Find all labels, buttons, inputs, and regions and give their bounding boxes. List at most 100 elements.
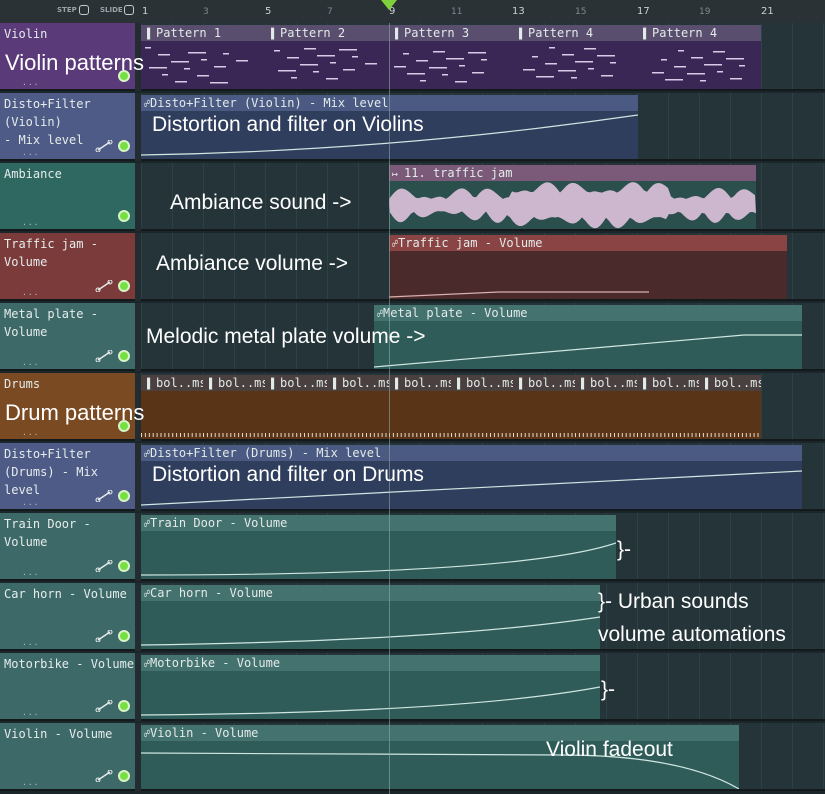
track-mute-led[interactable]: [118, 210, 130, 222]
audio-icon: ↦: [392, 169, 405, 180]
clip-label: bol..ms: [466, 376, 513, 390]
clip-drum-pattern-9[interactable]: ▐ bol..ms: [637, 375, 699, 439]
clip-drum-pattern-4[interactable]: ▐ bol..ms: [327, 375, 389, 439]
clip-body: [699, 391, 761, 439]
track-header-disto-violin[interactable]: Disto+Filter (Violin) - Mix level...: [0, 93, 135, 161]
clip-header: ▐ Pattern 2: [265, 25, 389, 41]
clip-motorbike-volume[interactable]: ☍Motorbike - Volume: [141, 655, 600, 719]
track-options-dots[interactable]: ...: [22, 288, 39, 297]
annotation-fadeout: Violin fadeout: [546, 738, 673, 761]
clip-ambiance-audio[interactable]: ↦ 11. traffic jam: [389, 165, 756, 229]
clip-drum-pattern-1[interactable]: ▐ bol..ms: [141, 375, 203, 439]
ruler-bar-11: 11: [451, 7, 463, 17]
track-name: Traffic jam - Volume: [4, 237, 106, 269]
clip-violin-pattern-5[interactable]: ▐ Pattern 4: [637, 25, 761, 89]
clip-label: Car horn - Volume: [150, 586, 273, 600]
clip-body: [513, 41, 637, 89]
clip-label: bol..ms: [528, 376, 575, 390]
clip-violin-pattern-3[interactable]: ▐ Pattern 3: [389, 25, 513, 89]
clip-drum-pattern-3[interactable]: ▐ bol..ms: [265, 375, 327, 439]
slide-checkbox[interactable]: [124, 5, 134, 15]
clip-header: ▐ Pattern 1: [141, 25, 265, 41]
track-header-traffic-jam-volume[interactable]: Traffic jam - Volume...: [0, 233, 135, 301]
annotation-drums: Drum patterns: [5, 400, 145, 425]
clip-label: Traffic jam - Volume: [398, 236, 543, 250]
annotation-violin-patterns: Violin patterns: [5, 50, 145, 75]
track-options-dots[interactable]: ...: [22, 498, 39, 507]
track-options-dots[interactable]: ...: [22, 218, 39, 227]
automation-curve: [389, 291, 649, 298]
track-mute-led[interactable]: [118, 280, 130, 292]
clip-drum-pattern-7[interactable]: ▐ bol..ms: [513, 375, 575, 439]
playhead-line: [389, 23, 390, 794]
clip-header: ▐ bol..ms: [327, 375, 389, 391]
clip-violin-pattern-2[interactable]: ▐ Pattern 2: [265, 25, 389, 89]
lane-train-door-volume[interactable]: ☍Train Door - Volume: [141, 513, 825, 581]
lane-motorbike-volume[interactable]: ☍Motorbike - Volume: [141, 653, 825, 721]
track-header-motorbike-volume[interactable]: Motorbike - Volume...: [0, 653, 135, 721]
pattern-icon: ▐: [578, 379, 591, 390]
clip-violin-pattern-1[interactable]: ▐ Pattern 1: [141, 25, 265, 89]
clip-label: Pattern 4: [652, 26, 718, 40]
track-header-train-door-volume[interactable]: Train Door - Volume...: [0, 513, 135, 581]
track-header-disto-drums[interactable]: Disto+Filter (Drums) - Mix level...: [0, 443, 135, 511]
step-checkbox[interactable]: [79, 5, 89, 15]
clip-header: ☍Traffic jam - Volume: [389, 235, 787, 251]
clip-body: [141, 671, 600, 719]
annotation-urban-1: }- Urban sounds: [598, 590, 749, 613]
pattern-notes: [513, 433, 573, 437]
ruler-bar-5: 5: [265, 6, 272, 17]
track-mute-led[interactable]: [118, 700, 130, 712]
clip-body: [141, 41, 265, 89]
clip-drum-pattern-6[interactable]: ▐ bol..ms: [451, 375, 513, 439]
track-options-dots[interactable]: ...: [22, 638, 39, 647]
lane-violin-volume[interactable]: ☍Violin - Volume: [141, 723, 825, 791]
track-mute-led[interactable]: [118, 350, 130, 362]
clip-body: [451, 391, 513, 439]
track-header-ambiance[interactable]: Ambiance...: [0, 163, 135, 231]
track-options-dots[interactable]: ...: [22, 148, 39, 157]
clip-violin-pattern-4[interactable]: ▐ Pattern 4: [513, 25, 637, 89]
track-options-dots[interactable]: ...: [22, 358, 39, 367]
track-name: Motorbike - Volume: [4, 657, 135, 671]
track-mute-led[interactable]: [118, 490, 130, 502]
clip-drum-pattern-2[interactable]: ▐ bol..ms: [203, 375, 265, 439]
clip-drum-pattern-8[interactable]: ▐ bol..ms: [575, 375, 637, 439]
pattern-icon: ▐: [516, 379, 529, 390]
track-mute-led[interactable]: [118, 630, 130, 642]
track-name: Violin: [4, 27, 48, 41]
clip-body: [327, 391, 389, 439]
track-options-dots[interactable]: ...: [22, 708, 39, 717]
clip-drum-pattern-10[interactable]: ▐ bol..ms: [699, 375, 761, 439]
track-options-dots[interactable]: ...: [22, 778, 39, 787]
clip-label: bol..ms: [590, 376, 637, 390]
track-options-dots[interactable]: ...: [22, 568, 39, 577]
clip-label: bol..ms: [342, 376, 389, 390]
track-mute-led[interactable]: [118, 560, 130, 572]
pattern-icon: ▐: [206, 379, 219, 390]
clip-car-horn-volume[interactable]: ☍Car horn - Volume: [141, 585, 600, 649]
clip-body: [141, 391, 203, 439]
lane-violin[interactable]: ▐ Pattern 1 ▐ Pattern 2 ▐ Pattern 3 ▐ Patte…: [141, 23, 825, 91]
clip-metal-plate-volume[interactable]: ☍Metal plate - Volume: [374, 305, 802, 369]
clip-label: bol..ms: [404, 376, 451, 390]
track-options-dots[interactable]: ...: [22, 78, 39, 87]
clip-header: ▐ bol..ms: [575, 375, 637, 391]
clip-train-door-volume[interactable]: ☍Train Door - Volume: [141, 515, 616, 579]
clip-label: bol..ms: [652, 376, 699, 390]
track-header-metal-plate-volume[interactable]: Metal plate - Volume...: [0, 303, 135, 371]
automation-icon: [95, 490, 113, 502]
lane-drums[interactable]: ▐ bol..ms ▐ bol..ms ▐ bol..ms ▐ bol..ms ▐ bo…: [141, 373, 825, 441]
timeline-ruler[interactable]: 1 3 5 7 9 11 13 15 17 19 21: [137, 0, 825, 23]
track-mute-led[interactable]: [118, 770, 130, 782]
track-options-dots[interactable]: ...: [22, 428, 39, 437]
pattern-icon: ▐: [144, 379, 157, 390]
track-mute-led[interactable]: [118, 140, 130, 152]
clip-drum-pattern-5[interactable]: ▐ bol..ms: [389, 375, 451, 439]
clip-header: ☍Metal plate - Volume: [374, 305, 802, 321]
playhead-marker[interactable]: [381, 0, 397, 10]
clip-traffic-jam-volume[interactable]: ☍Traffic jam - Volume: [389, 235, 787, 299]
track-header-violin-volume[interactable]: Violin - Volume...: [0, 723, 135, 791]
clip-header: ▐ Pattern 4: [637, 25, 761, 41]
track-header-car-horn-volume[interactable]: Car horn - Volume...: [0, 583, 135, 651]
